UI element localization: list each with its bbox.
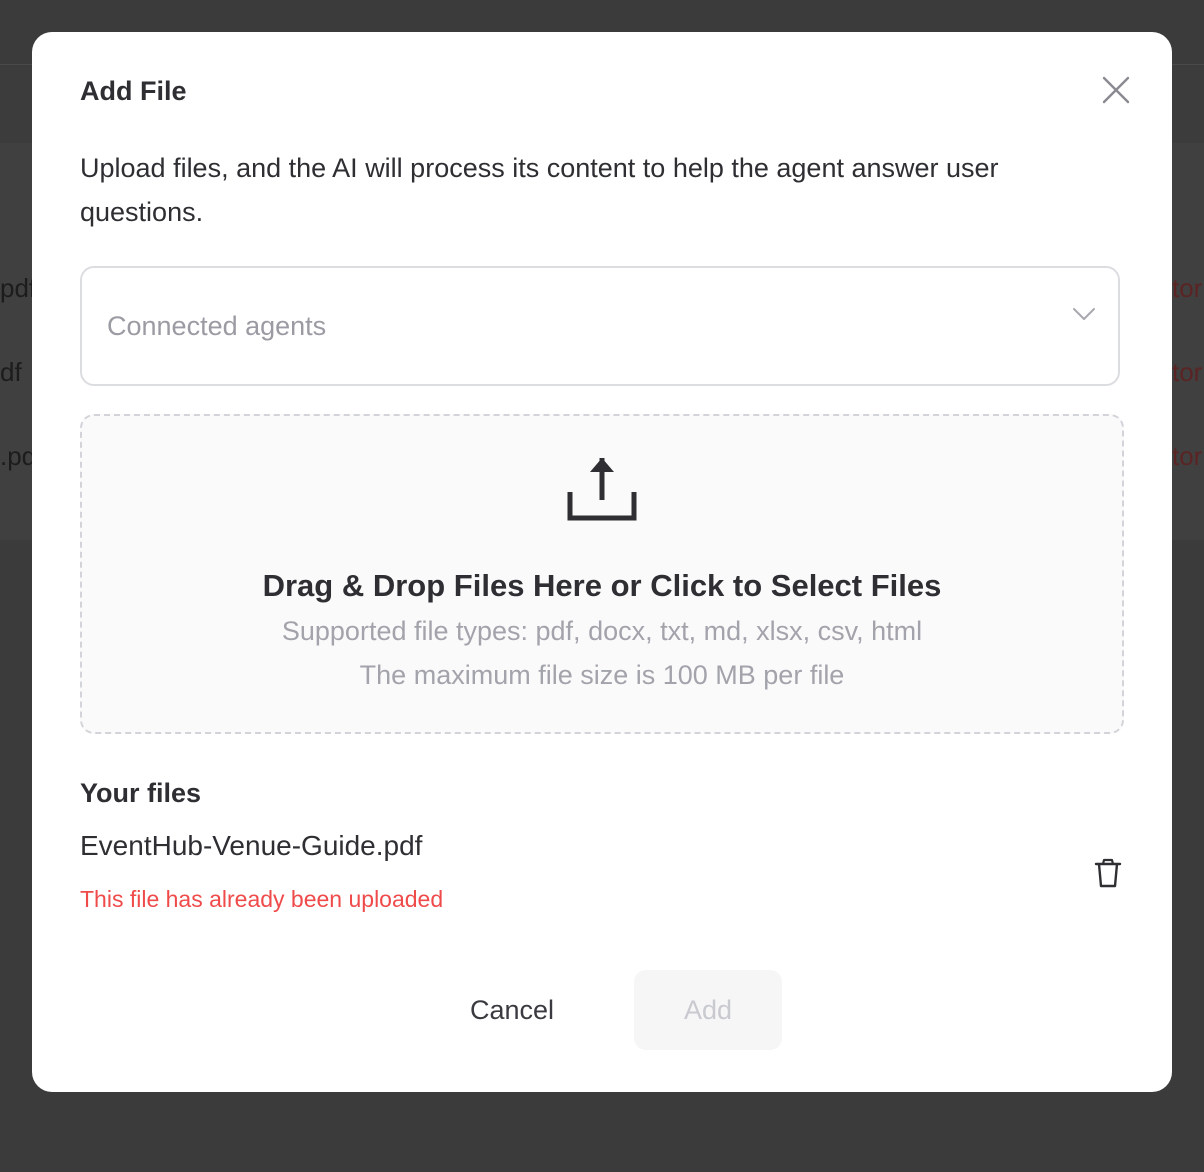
- background-row-status: tor: [1172, 273, 1203, 303]
- file-item-error: This file has already been uploaded: [80, 886, 444, 912]
- dropzone-title: Drag & Drop Files Here or Click to Selec…: [262, 568, 942, 603]
- delete-file-button[interactable]: [1094, 858, 1126, 890]
- max-file-size: The maximum file size is 100 MB per file: [359, 660, 845, 690]
- dialog-description: Upload files, and the AI will process it…: [80, 153, 999, 227]
- background-row-status: tor: [1172, 357, 1203, 387]
- background-row-file: pdf: [0, 273, 37, 303]
- cancel-button[interactable]: Cancel: [434, 970, 590, 1050]
- dialog-title: Add File: [80, 76, 187, 106]
- upload-icon: [567, 458, 637, 521]
- your-files-heading: Your files: [80, 778, 202, 808]
- trash-icon: [1094, 858, 1122, 888]
- background-row-file: .pd: [0, 441, 37, 471]
- add-button[interactable]: Add: [634, 970, 782, 1050]
- add-file-dialog: Add File Upload files, and the AI will p…: [32, 32, 1172, 1092]
- connected-agents-select[interactable]: Connected agents: [80, 266, 1120, 386]
- chevron-down-icon: [1073, 308, 1095, 320]
- connected-agents-placeholder: Connected agents: [107, 311, 327, 341]
- close-icon: [1102, 76, 1130, 104]
- file-dropzone[interactable]: Drag & Drop Files Here or Click to Selec…: [80, 414, 1124, 734]
- supported-file-types: Supported file types: pdf, docx, txt, md…: [281, 616, 923, 646]
- file-item-name: EventHub-Venue-Guide.pdf: [80, 830, 423, 861]
- background-row-file: df: [0, 357, 22, 387]
- close-button[interactable]: [1098, 72, 1134, 108]
- background-row-status: tor: [1172, 441, 1203, 471]
